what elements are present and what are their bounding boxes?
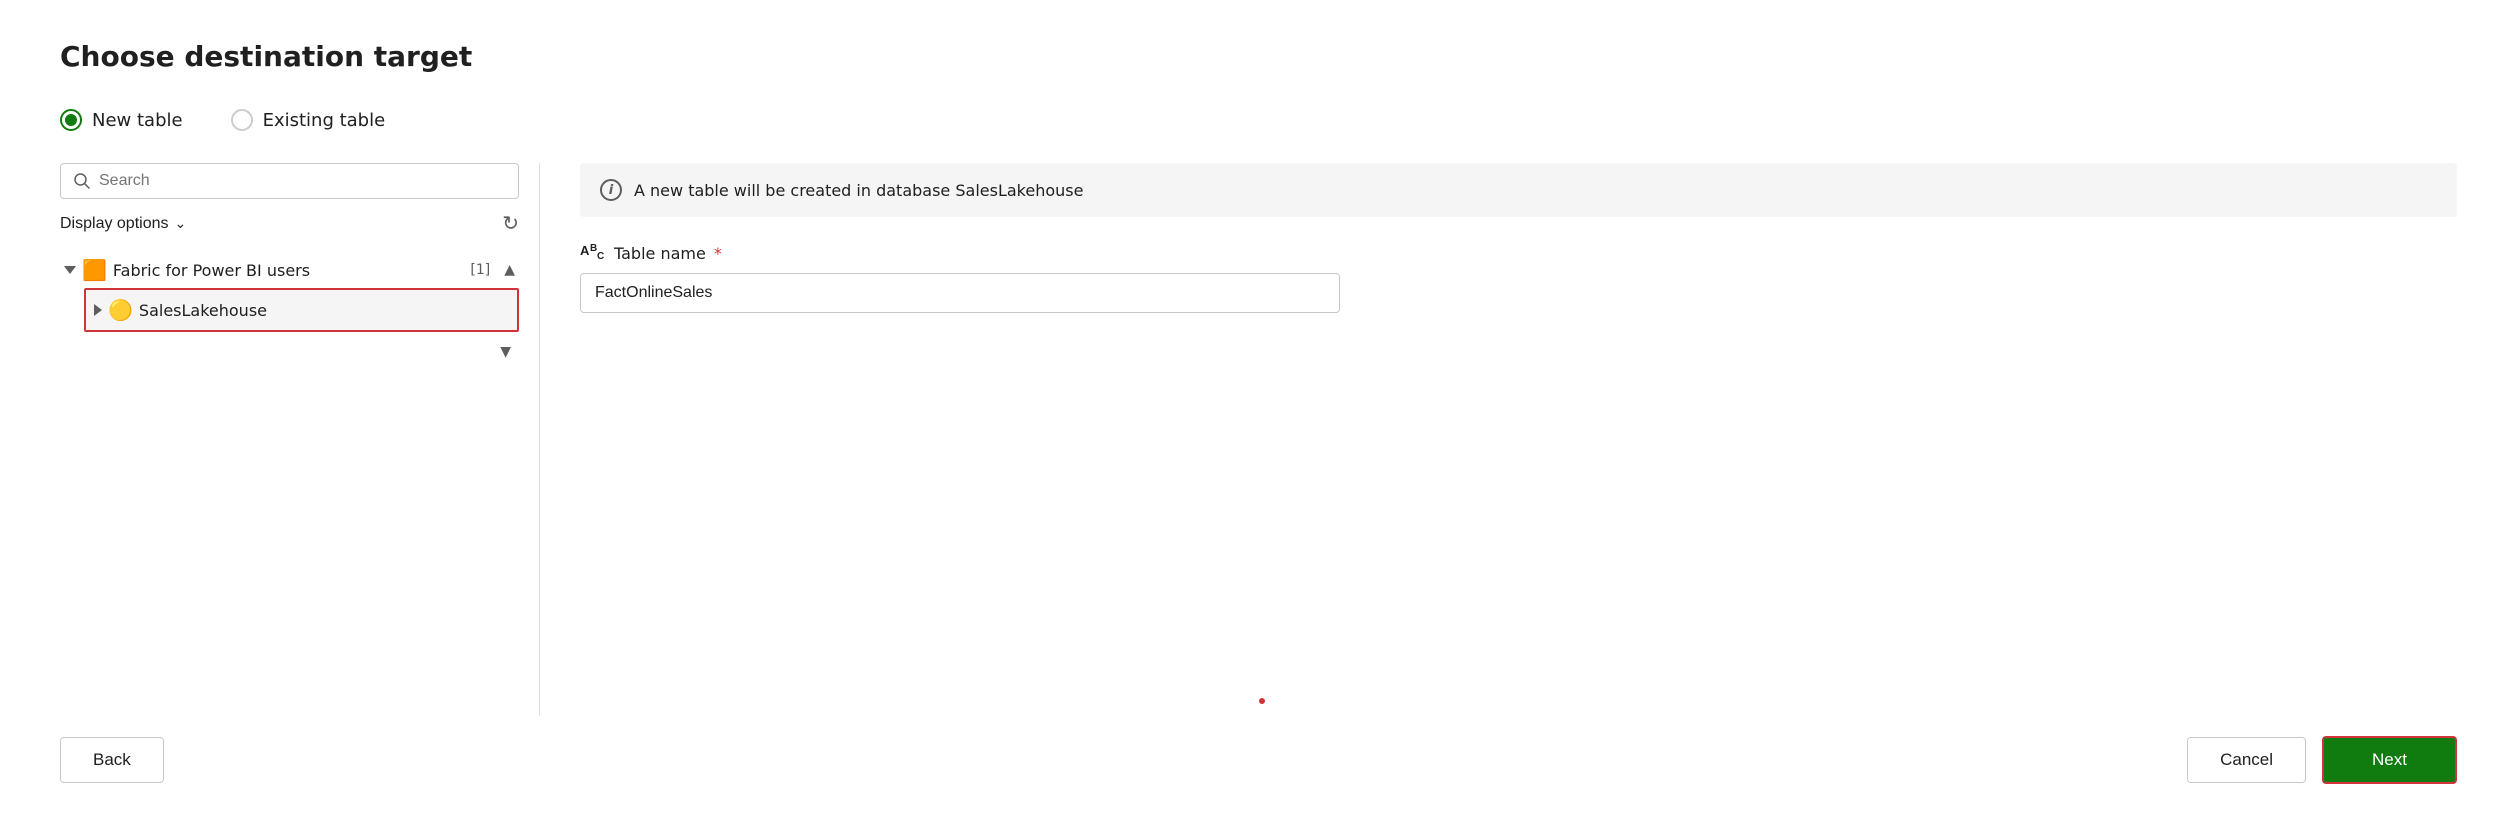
folder-count: [1] xyxy=(470,262,490,278)
footer: Back Cancel Next xyxy=(60,716,2457,784)
scroll-down-arrow-icon[interactable]: ▼ xyxy=(500,344,511,360)
existing-table-label: Existing table xyxy=(263,110,386,131)
display-options-row: Display options ⌄ ↻ xyxy=(60,211,519,236)
page-title: Choose destination target xyxy=(60,40,2457,73)
radio-group: New table Existing table xyxy=(60,109,2457,131)
new-table-radio-circle xyxy=(60,109,82,131)
folder-icon: 🟧 xyxy=(82,258,107,282)
lakehouse-label: SalesLakehouse xyxy=(139,301,509,320)
existing-table-radio-circle xyxy=(231,109,253,131)
info-banner: i A new table will be created in databas… xyxy=(580,163,2457,217)
required-star: * xyxy=(714,244,722,263)
table-name-label: Table name xyxy=(614,244,706,263)
search-box[interactable] xyxy=(60,163,519,199)
search-icon xyxy=(73,172,91,190)
display-options-label: Display options xyxy=(60,215,169,233)
right-panel: i A new table will be created in databas… xyxy=(540,163,2457,716)
folder-item: 🟧 Fabric for Power BI users [1] ▲ xyxy=(60,252,519,288)
table-name-section: A B C Table name * xyxy=(580,241,2457,313)
collapse-icon[interactable] xyxy=(64,266,76,274)
left-panel: Display options ⌄ ↻ 🟧 Fabric for Power B… xyxy=(60,163,540,716)
tree-container: 🟧 Fabric for Power BI users [1] ▲ 🟡 Sale… xyxy=(60,252,519,716)
database-icon: 🟡 xyxy=(108,298,133,322)
back-button[interactable]: Back xyxy=(60,737,164,783)
table-name-input[interactable] xyxy=(580,273,1340,313)
svg-text:A: A xyxy=(580,243,590,258)
info-banner-text: A new table will be created in database … xyxy=(634,181,1083,200)
page-container: Choose destination target New table Exis… xyxy=(0,0,2517,824)
right-buttons: Cancel Next xyxy=(2187,736,2457,784)
content-area: Display options ⌄ ↻ 🟧 Fabric for Power B… xyxy=(60,163,2457,716)
refresh-button[interactable]: ↻ xyxy=(502,211,519,236)
existing-table-radio[interactable]: Existing table xyxy=(231,109,386,131)
new-table-radio[interactable]: New table xyxy=(60,109,183,131)
cancel-button[interactable]: Cancel xyxy=(2187,737,2306,783)
search-input[interactable] xyxy=(99,172,506,190)
table-name-label-row: A B C Table name * xyxy=(580,241,2457,265)
info-icon: i xyxy=(600,179,622,201)
divider-dot xyxy=(1259,698,1265,704)
lakehouse-item[interactable]: 🟡 SalesLakehouse xyxy=(84,288,519,332)
expand-icon[interactable] xyxy=(94,304,102,316)
folder-label: Fabric for Power BI users xyxy=(113,261,460,280)
abc-icon: A B C xyxy=(580,241,606,265)
svg-text:C: C xyxy=(597,251,604,261)
display-options-button[interactable]: Display options ⌄ xyxy=(60,215,186,233)
scroll-up-arrow-icon[interactable]: ▲ xyxy=(504,262,515,278)
new-table-label: New table xyxy=(92,110,183,131)
chevron-down-icon: ⌄ xyxy=(175,215,187,232)
next-button[interactable]: Next xyxy=(2322,736,2457,784)
